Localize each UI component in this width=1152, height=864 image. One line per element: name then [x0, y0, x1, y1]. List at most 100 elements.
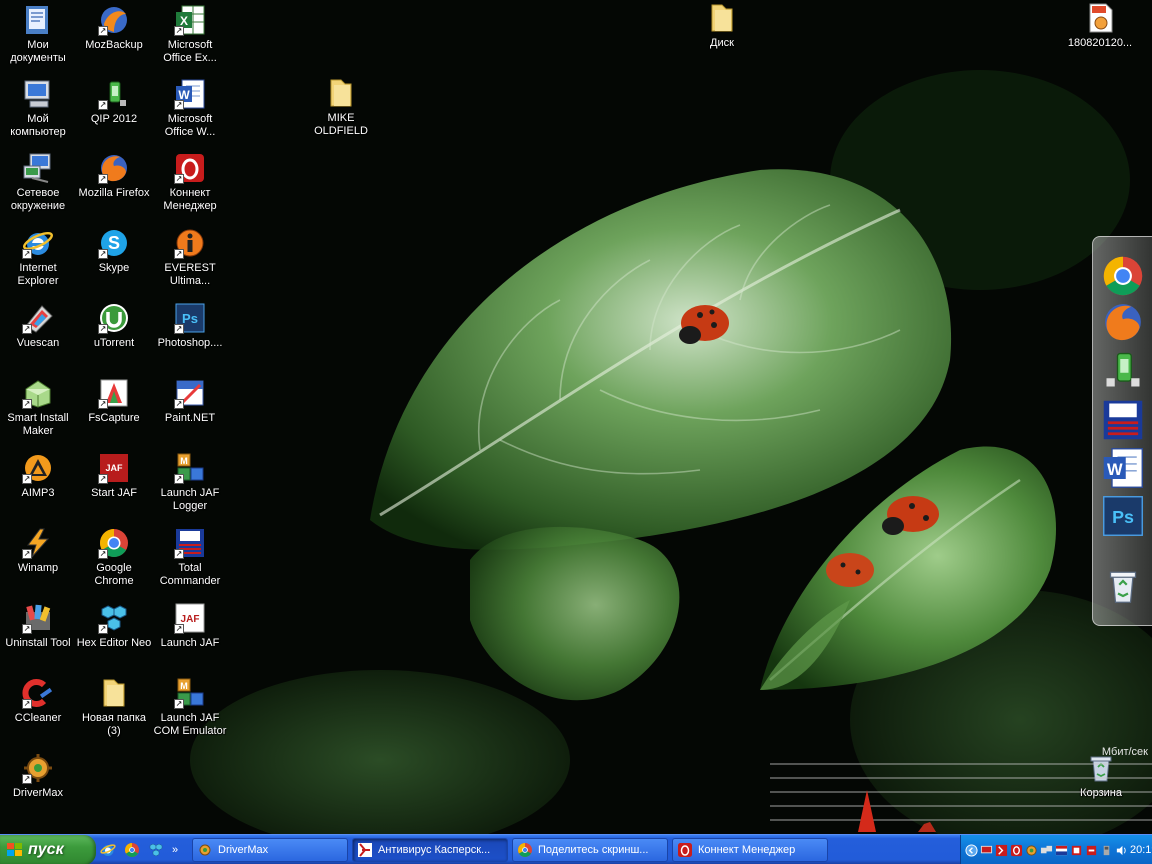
desktop-icon-label: Uninstall Tool [5, 637, 71, 649]
jaf-com-emulator-icon: M ↗ [174, 677, 206, 709]
fscapture-icon: ↗ [98, 377, 130, 409]
desktop-icon-label: Skype [98, 262, 130, 274]
chrome-icon [518, 843, 532, 857]
tray-expand-icon[interactable] [965, 843, 978, 857]
shortcut-arrow-icon: ↗ [22, 624, 32, 634]
desktop-icon-smart-install-maker[interactable]: ↗ Smart Install Maker [0, 377, 76, 438]
desktop-icon-everest[interactable]: ↗ EVEREST Ultima... [152, 227, 228, 288]
shortcut-arrow-icon: ↗ [174, 324, 184, 334]
chrome-icon [1103, 256, 1143, 296]
aimp-icon: ↗ [22, 452, 54, 484]
svg-text:JAF: JAF [105, 463, 123, 473]
desktop-icon-utorrent[interactable]: ↗ uTorrent [76, 302, 152, 350]
desktop-icon-uninstall-tool[interactable]: ↗ Uninstall Tool [0, 602, 76, 650]
desktop-icon-jaf-logger[interactable]: M ↗ Launch JAF Logger [152, 452, 228, 513]
desktop-icon-fscapture[interactable]: ↗ FsCapture [76, 377, 152, 425]
desktop-icon-mozbackup[interactable]: ↗ MozBackup [76, 4, 152, 52]
desktop-icon-winamp[interactable]: ↗ Winamp [0, 527, 76, 575]
shortcut-arrow-icon: ↗ [174, 26, 184, 36]
desktop-icon-label: MIKE OLDFIELD [314, 112, 368, 137]
dock-item-qip[interactable] [1099, 347, 1147, 393]
desktop-icon-my-documents[interactable]: Мои документы [0, 4, 76, 65]
task-button-kaspersky[interactable]: Антивирус Касперск... [352, 838, 508, 862]
tray-connect-icon[interactable] [1010, 844, 1023, 857]
desktop-icon-word[interactable]: W ↗ Microsoft Office W... [152, 78, 228, 139]
desktop-icon-total-commander[interactable]: ↗ Total Commander [152, 527, 228, 588]
desktop-icon-mike-oldfield-folder[interactable]: MIKE OLDFIELD [303, 77, 379, 138]
desktop-icon-drivermax[interactable]: ↗ DriverMax [0, 752, 76, 800]
desktop-icon-paint-net[interactable]: ↗ Paint.NET [152, 377, 228, 425]
utorrent-icon: ↗ [98, 302, 130, 334]
desktop-icon-ccleaner[interactable]: ↗ CCleaner [0, 677, 76, 725]
quick-launch-chrome-icon[interactable] [122, 840, 142, 860]
shortcut-arrow-icon: ↗ [22, 324, 32, 334]
task-button-connect-manager[interactable]: Коннект Менеджер [672, 838, 828, 862]
quick-launch-hex-icon[interactable] [146, 840, 166, 860]
desktop-icon-connect-manager[interactable]: ↗ Коннект Менеджер [152, 152, 228, 213]
desktop-icon-disk-folder[interactable]: Диск [684, 2, 760, 50]
task-label: Коннект Менеджер [698, 844, 796, 856]
firefox-icon [1105, 304, 1141, 341]
tray-usb-icon[interactable] [1100, 844, 1113, 857]
quick-launch: » [98, 835, 178, 864]
dock-item-photoshop[interactable]: Ps [1099, 493, 1147, 539]
dock-item-recycle-bin[interactable] [1099, 563, 1147, 609]
dock-item-firefox[interactable] [1099, 299, 1147, 345]
desktop-icon-label: Winamp [17, 562, 59, 574]
task-button-drivermax[interactable]: DriverMax [192, 838, 348, 862]
tray-flag-icon[interactable] [1055, 844, 1068, 857]
word-icon: W ↗ [174, 78, 206, 110]
desktop-icon-skype[interactable]: S ↗ Skype [76, 227, 152, 275]
desktop-icon-start-jaf[interactable]: JAF ↗ Start JAF [76, 452, 152, 500]
desktop-icon-aimp[interactable]: ↗ AIMP3 [0, 452, 76, 500]
shortcut-arrow-icon: ↗ [174, 399, 184, 409]
dock-item-chrome[interactable] [1099, 253, 1147, 299]
task-button-chrome[interactable]: Поделитесь скринш... [512, 838, 668, 862]
desktop-icon-vuescan[interactable]: ↗ Vuescan [0, 302, 76, 350]
tray-app2-icon[interactable] [1085, 844, 1098, 857]
photoshop-icon: Ps ↗ [174, 302, 206, 334]
dock-item-total-commander[interactable] [1099, 397, 1147, 443]
launch-jaf-icon: JAF ↗ [174, 602, 206, 634]
desktop-icon-new-folder[interactable]: Новая папка (3) [76, 677, 152, 738]
desktop-icon-qip[interactable]: ↗ QIP 2012 [76, 78, 152, 126]
total-commander-icon [1103, 400, 1143, 440]
desktop-icon-my-computer[interactable]: Мой компьютер [0, 78, 76, 139]
tray-kaspersky-icon[interactable] [995, 844, 1008, 857]
desktop-icon-internet-explorer[interactable]: ↗ Internet Explorer [0, 227, 76, 288]
uninstall-tool-icon: ↗ [22, 602, 54, 634]
desktop-icon-jpg-file[interactable]: 180820120... [1062, 2, 1138, 50]
shortcut-arrow-icon: ↗ [98, 249, 108, 259]
svg-text:W: W [1107, 461, 1123, 479]
desktop-icon-hex-editor[interactable]: ↗ Hex Editor Neo [76, 602, 152, 650]
windows-flag-icon [7, 843, 22, 856]
skype-icon: S ↗ [98, 227, 130, 259]
tray-network-icon[interactable] [1040, 844, 1053, 857]
app-dock: W Ps [1092, 236, 1152, 626]
desktop-icon-chrome[interactable]: ↗ Google Chrome [76, 527, 152, 588]
desktop-icon-network-places[interactable]: Сетевое окружение [0, 152, 76, 213]
tray-clock[interactable]: 20:19 [1130, 844, 1152, 856]
desktop-icon-excel[interactable]: X ↗ Microsoft Office Ex... [152, 4, 228, 65]
tray-app-icon[interactable] [1070, 844, 1083, 857]
desktop-icon-jaf-com-emulator[interactable]: M ↗ Launch JAF COM Emulator [152, 677, 228, 738]
shortcut-arrow-icon: ↗ [22, 549, 32, 559]
drivermax-icon: ↗ [22, 752, 54, 784]
tray-monitor-icon[interactable] [980, 844, 993, 857]
desktop-icon-photoshop[interactable]: Ps ↗ Photoshop.... [152, 302, 228, 350]
smart-install-maker-icon: ↗ [22, 377, 54, 409]
dock-item-word[interactable]: W [1099, 445, 1147, 491]
quick-launch-ie-icon[interactable] [98, 840, 118, 860]
desktop-icon-firefox[interactable]: ↗ Mozilla Firefox [76, 152, 152, 200]
desktop-icon-launch-jaf[interactable]: JAF ↗ Launch JAF [152, 602, 228, 650]
jpg-file-icon [1084, 2, 1116, 34]
shortcut-arrow-icon: ↗ [22, 249, 32, 259]
start-button[interactable]: пуск [0, 835, 96, 864]
photoshop-icon: Ps [1103, 496, 1143, 536]
tray-gear-icon[interactable] [1025, 844, 1038, 857]
quick-launch-more-icon[interactable]: » [172, 844, 178, 856]
mozbackup-icon: ↗ [98, 4, 130, 36]
svg-text:Ps: Ps [1112, 507, 1134, 527]
desktop-icon-label: CCleaner [14, 712, 62, 724]
tray-volume-icon[interactable] [1115, 844, 1128, 857]
